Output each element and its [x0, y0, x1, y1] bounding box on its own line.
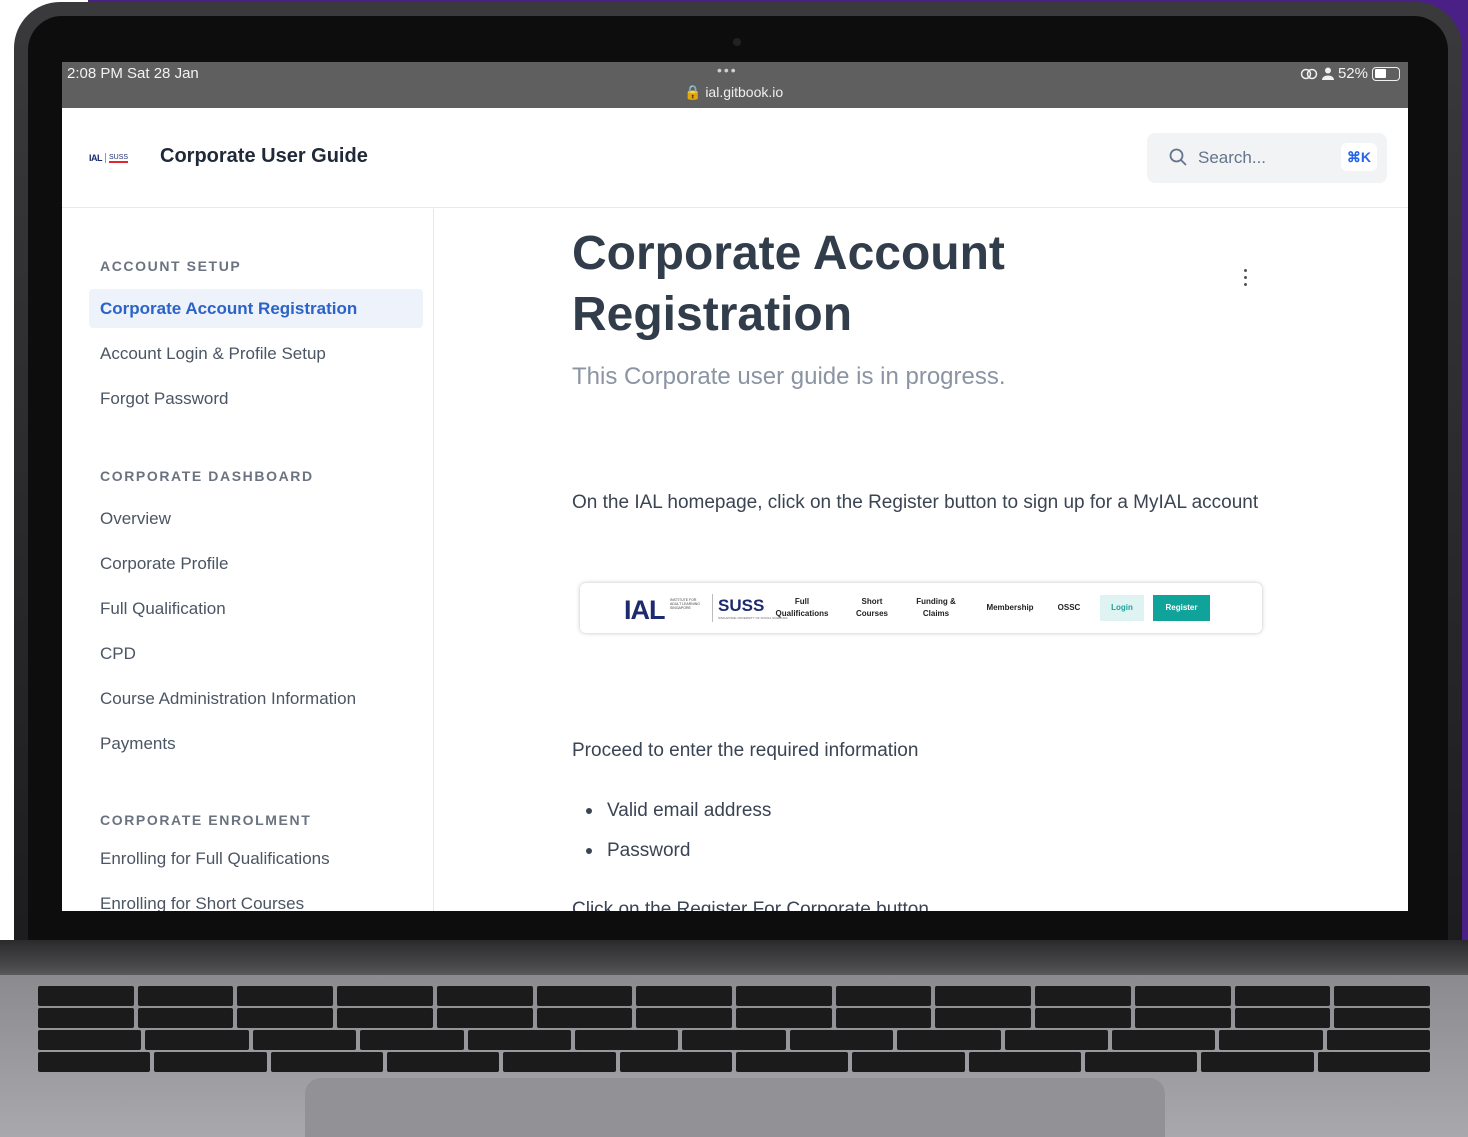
sidebar-item-overview[interactable]: Overview: [89, 499, 423, 538]
main-content: Corporate Account Registration This Corp…: [572, 209, 1272, 911]
ial-link-funding-claims: Funding & Claims: [916, 597, 956, 618]
address-url[interactable]: 🔒 ial.gitbook.io: [684, 84, 783, 101]
info-paragraph: Proceed to enter the required informatio…: [572, 740, 919, 761]
camera-icon: [733, 38, 741, 46]
sidebar-item-course-administration[interactable]: Course Administration Information: [89, 679, 423, 718]
person-icon: [1321, 67, 1334, 80]
sidebar-item-corporate-account-registration[interactable]: Corporate Account Registration: [89, 289, 423, 328]
page-title: Corporate Account Registration: [572, 223, 1212, 345]
page-subtitle: This Corporate user guide is in progress…: [572, 363, 1006, 390]
sidebar-section-account-setup: ACCOUNT SETUP: [100, 258, 242, 274]
laptop-trackpad: [305, 1078, 1165, 1137]
sidebar: ACCOUNT SETUP Corporate Account Registra…: [62, 209, 434, 911]
suss-brand: SUSS: [718, 596, 765, 615]
laptop-keyboard: [8, 986, 1460, 1072]
required-info-list: Valid email address Password: [586, 796, 771, 876]
status-right: 52%: [1300, 65, 1400, 82]
ial-brand: IAL: [624, 595, 665, 625]
logo-suss: SUSS: [109, 153, 129, 163]
battery-percent: 52%: [1337, 65, 1368, 82]
browser-screen: 2:08 PM Sat 28 Jan ••• 🔒 ial.gitbook.io …: [62, 62, 1408, 911]
sidebar-item-forgot-password[interactable]: Forgot Password: [89, 379, 423, 418]
sidebar-item-corporate-profile[interactable]: Corporate Profile: [89, 544, 423, 583]
ial-login-button: Login: [1100, 595, 1144, 621]
intro-paragraph: On the IAL homepage, click on the Regist…: [572, 492, 1259, 513]
link-icon: [1300, 68, 1318, 79]
sidebar-item-account-login[interactable]: Account Login & Profile Setup: [89, 334, 423, 373]
logo-divider: [105, 153, 106, 163]
ial-brand-small: INSTITUTE FOR ADULT LEARNING SINGAPORE: [670, 598, 701, 610]
page-title-line1: Corporate Account: [572, 227, 1005, 280]
sidebar-item-payments[interactable]: Payments: [89, 724, 423, 763]
sidebar-section-corporate-enrolment: CORPORATE ENROLMENT: [100, 812, 312, 828]
search-shortcut-badge: ⌘K: [1340, 143, 1377, 171]
logo-ial: IAL: [89, 153, 103, 163]
site-header: IAL SUSS Corporate User Guide Search... …: [62, 108, 1408, 208]
list-item: Valid email address: [586, 796, 771, 836]
ial-link-membership: Membership: [986, 603, 1034, 612]
ial-link-short-courses: Short Courses: [855, 597, 888, 618]
sidebar-item-full-qualification[interactable]: Full Qualification: [89, 589, 423, 628]
sidebar-section-corporate-dashboard: CORPORATE DASHBOARD: [100, 468, 314, 484]
search-box[interactable]: Search... ⌘K: [1147, 133, 1387, 183]
search-placeholder: Search...: [1198, 148, 1267, 167]
ial-nav-screenshot: IAL INSTITUTE FOR ADULT LEARNING SINGAPO…: [580, 583, 1262, 633]
ial-register-button: Register: [1153, 595, 1210, 621]
sidebar-item-cpd[interactable]: CPD: [89, 634, 423, 673]
site-title[interactable]: Corporate User Guide: [160, 145, 368, 168]
brand-divider: [712, 594, 713, 622]
site-logo[interactable]: IAL SUSS: [89, 151, 141, 165]
sidebar-item-enrolling-full-qualifications[interactable]: Enrolling for Full Qualifications: [89, 839, 423, 878]
register-paragraph: Click on the Register For Corporate butt…: [572, 899, 935, 911]
status-time: 2:08 PM Sat 28 Jan: [67, 65, 199, 82]
battery-icon: [1372, 66, 1400, 81]
sidebar-item-enrolling-short-courses[interactable]: Enrolling for Short Courses: [89, 884, 423, 911]
tab-dots-icon[interactable]: •••: [717, 62, 738, 78]
list-item: Password: [586, 836, 771, 876]
search-icon: [1169, 148, 1187, 166]
ial-link-ossc: OSSC: [1057, 603, 1081, 612]
ial-link-full-qualifications: Full Qualifications: [775, 597, 829, 618]
more-options-icon[interactable]: [1240, 269, 1250, 289]
status-bar: 2:08 PM Sat 28 Jan ••• 🔒 ial.gitbook.io …: [62, 62, 1408, 108]
page-title-line2: Registration: [572, 288, 853, 341]
